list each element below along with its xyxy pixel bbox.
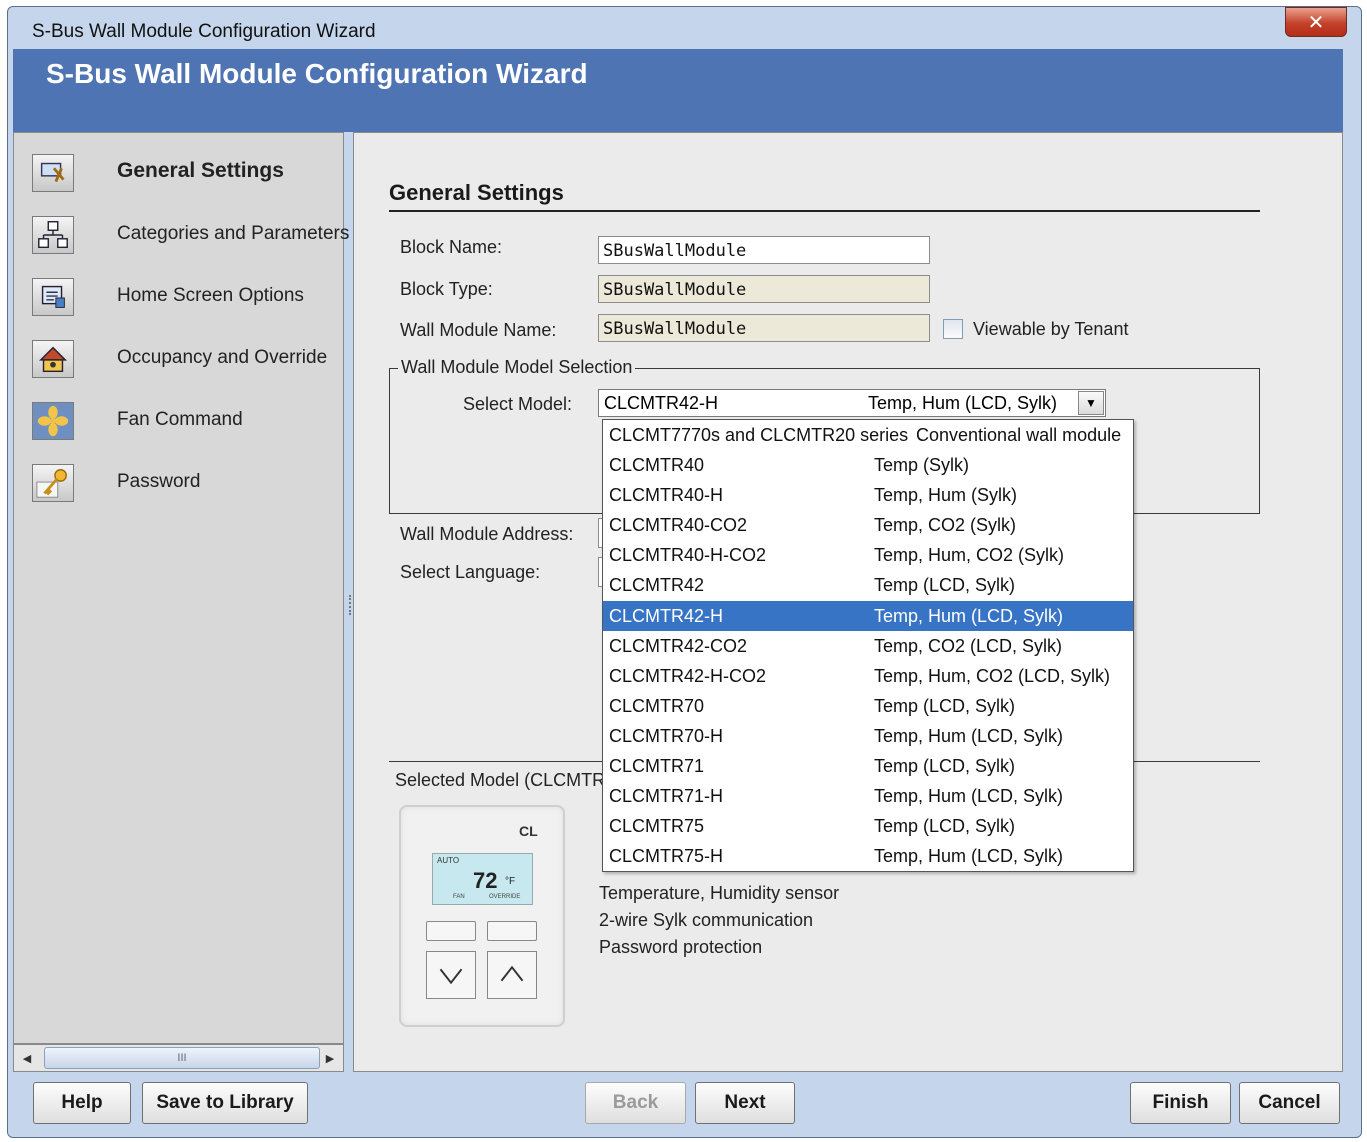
block-name-label: Block Name: (400, 237, 503, 257)
sidebar-item-fan-command[interactable]: Fan Command (14, 395, 345, 445)
sidebar-item-password[interactable]: Password (14, 457, 345, 507)
scroll-right-icon[interactable]: ▶ (319, 1047, 341, 1069)
select-model-dropdown[interactable]: CLCMTR42-H Temp, Hum (LCD, Sylk) ▼ (598, 389, 1106, 417)
lcd-mode: AUTO (437, 856, 460, 865)
sidebar-horizontal-scrollbar[interactable]: ◀ III ▶ (13, 1044, 344, 1072)
cancel-button[interactable]: Cancel (1239, 1082, 1340, 1124)
sidebar-item-categories-and-parameters[interactable]: Categories and Parameters (14, 209, 349, 259)
wizard-banner: S-Bus Wall Module Configuration Wizard (13, 49, 1343, 132)
banner-title: S-Bus Wall Module Configuration Wizard (46, 58, 588, 89)
dropdown-option[interactable]: CLCMTR75-H Temp, Hum (LCD, Sylk) (603, 841, 1133, 871)
device-lcd-display: AUTO 72 °F FAN OVERRIDE (432, 853, 533, 905)
sidebar-item-home-screen-options[interactable]: Home Screen Options (14, 271, 345, 321)
model-dropdown-list[interactable]: CLCMT7770s and CLCMTR20 series Convention… (602, 419, 1134, 872)
sidebar-item-label: Home Screen Options (117, 285, 304, 306)
dropdown-option-selected[interactable]: CLCMTR42-H Temp, Hum (LCD, Sylk) (603, 600, 1133, 631)
selected-model-value: CLCMTR42-H (604, 393, 719, 413)
wall-module-device-image: CL AUTO 72 °F FAN OVERRIDE (399, 805, 565, 1027)
selected-model-caption: Selected Model (CLCMTR (395, 770, 606, 790)
device-right-button (487, 921, 537, 941)
sidebar-item-label: Fan Command (117, 409, 243, 430)
hierarchy-icon (32, 216, 74, 254)
window-title: S-Bus Wall Module Configuration Wizard (32, 21, 376, 42)
sidebar-item-label: Password (117, 471, 201, 492)
section-divider (389, 210, 1260, 212)
model-feature: Password protection (599, 937, 763, 957)
chevron-down-icon[interactable]: ▼ (1078, 391, 1104, 415)
group-title: Wall Module Model Selection (398, 357, 636, 378)
splitter-handle[interactable] (349, 595, 352, 615)
sidebar-item-label: Occupancy and Override (117, 347, 328, 368)
sidebar-item-label: General Settings (117, 159, 284, 182)
dropdown-option[interactable]: CLCMTR42 Temp (LCD, Sylk) (603, 570, 1133, 600)
model-feature: Temperature, Humidity sensor (599, 883, 840, 903)
finish-button[interactable]: Finish (1130, 1082, 1231, 1124)
block-type-label: Block Type: (400, 279, 493, 299)
wall-module-name-label: Wall Module Name: (400, 320, 557, 340)
device-left-button (426, 921, 476, 941)
device-brand: CL (519, 823, 538, 839)
dropdown-option[interactable]: CLCMTR75 Temp (LCD, Sylk) (603, 811, 1133, 841)
sidebar-item-label: Categories and Parameters (117, 223, 350, 244)
device-up-arrow-icon (487, 951, 537, 999)
dropdown-option[interactable]: CLCMTR40-H Temp, Hum (Sylk) (603, 480, 1133, 510)
occupancy-house-icon (32, 340, 74, 378)
select-language-label: Select Language: (400, 562, 541, 582)
lcd-unit: °F (505, 876, 516, 887)
select-model-label: Select Model: (463, 394, 573, 414)
help-button[interactable]: Help (33, 1082, 131, 1124)
save-to-library-button[interactable]: Save to Library (142, 1082, 308, 1124)
block-type-field: SBusWallModule (598, 275, 930, 303)
wall-module-address-label: Wall Module Address: (400, 524, 574, 544)
dropdown-option[interactable]: CLCMT7770s and CLCMTR20 series Convention… (603, 420, 1133, 450)
dropdown-option[interactable]: CLCMTR42-H-CO2 Temp, Hum, CO2 (LCD, Sylk) (603, 661, 1133, 691)
section-title: General Settings (389, 180, 564, 205)
viewable-by-tenant-checkbox[interactable] (943, 319, 963, 339)
block-name-field[interactable]: SBusWallModule (598, 236, 930, 264)
dropdown-option[interactable]: CLCMTR71-H Temp, Hum (LCD, Sylk) (603, 781, 1133, 811)
close-button[interactable]: ✕ (1285, 7, 1347, 37)
key-icon (32, 464, 74, 502)
lcd-override-label: OVERRIDE (489, 894, 521, 900)
dropdown-option[interactable]: CLCMTR40-H-CO2 Temp, Hum, CO2 (Sylk) (603, 540, 1133, 570)
home-screen-icon (32, 278, 74, 316)
wizard-sidebar: General Settings Categories and Paramete… (13, 132, 349, 1044)
dropdown-option[interactable]: CLCMTR70 Temp (LCD, Sylk) (603, 691, 1133, 721)
dropdown-option[interactable]: CLCMTR71 Temp (LCD, Sylk) (603, 751, 1133, 781)
lcd-fan-label: FAN (453, 894, 465, 900)
wall-module-name-field[interactable]: SBusWallModule (598, 314, 930, 342)
title-bar[interactable]: S-Bus Wall Module Configuration Wizard ✕ (8, 7, 1361, 55)
sidebar-item-general-settings[interactable]: General Settings (14, 147, 345, 197)
close-icon: ✕ (1307, 10, 1325, 34)
dropdown-option[interactable]: CLCMTR40-CO2 Temp, CO2 (Sylk) (603, 510, 1133, 540)
dropdown-option[interactable]: CLCMTR70-H Temp, Hum (LCD, Sylk) (603, 721, 1133, 751)
dropdown-option[interactable]: CLCMTR40 Temp (Sylk) (603, 450, 1133, 480)
fan-icon (32, 402, 74, 440)
back-button[interactable]: Back (585, 1082, 686, 1124)
selected-model-description: Temp, Hum (LCD, Sylk) (868, 393, 1058, 413)
lcd-temperature: 72 (473, 868, 498, 893)
settings-tools-icon (32, 154, 74, 192)
next-button[interactable]: Next (695, 1082, 795, 1124)
model-feature: 2-wire Sylk communication (599, 910, 814, 930)
device-down-arrow-icon (426, 951, 476, 999)
dropdown-option[interactable]: CLCMTR42-CO2 Temp, CO2 (LCD, Sylk) (603, 631, 1133, 661)
viewable-by-tenant-label: Viewable by Tenant (973, 319, 1129, 339)
sidebar-item-occupancy-and-override[interactable]: Occupancy and Override (14, 333, 345, 383)
scroll-left-icon[interactable]: ◀ (16, 1047, 38, 1069)
scrollbar-thumb[interactable]: III (44, 1047, 320, 1069)
